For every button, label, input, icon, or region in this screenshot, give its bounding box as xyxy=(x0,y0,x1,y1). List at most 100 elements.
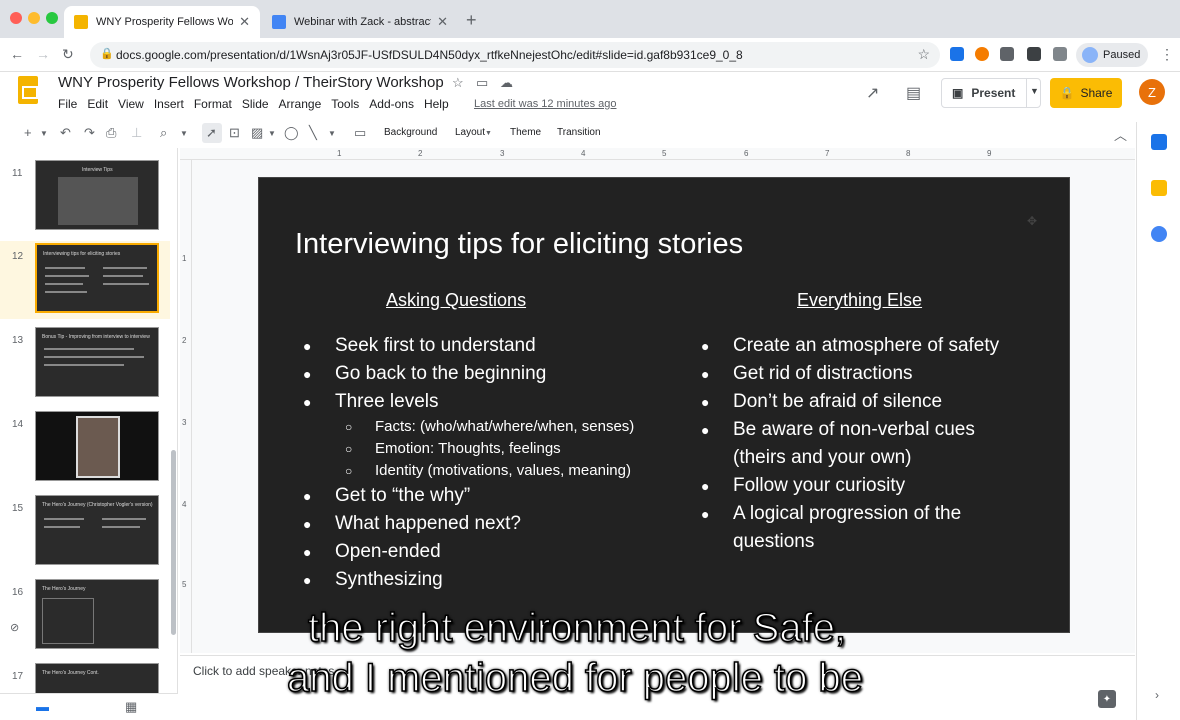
vertical-ruler: 1 2 3 4 5 xyxy=(180,160,192,653)
extension-pen-icon[interactable] xyxy=(1027,47,1041,61)
chevron-down-icon[interactable]: ▼ xyxy=(180,129,188,138)
comments-icon[interactable]: ▤ xyxy=(906,83,921,103)
last-edit-link[interactable]: Last edit was 12 minutes ago xyxy=(474,98,616,110)
list-item: Open-ended xyxy=(303,538,663,566)
menu-view[interactable]: View xyxy=(118,97,144,111)
slide-thumbnail-row[interactable]: 15 The Hero's Journey (Christopher Vogle… xyxy=(0,493,170,571)
slides-logo-icon[interactable] xyxy=(18,76,38,104)
right-column-heading[interactable]: Everything Else xyxy=(797,290,922,311)
keep-icon[interactable] xyxy=(1151,180,1167,196)
new-slide-icon[interactable]: + xyxy=(24,125,32,140)
slide-thumbnail[interactable]: Interviewing tips for eliciting stories xyxy=(35,243,159,313)
activity-trend-icon[interactable]: ↗ xyxy=(866,83,879,103)
slide-thumbnail[interactable]: Interview Tips xyxy=(35,160,159,230)
left-bullet-list[interactable]: Seek first to understand Go back to the … xyxy=(303,332,663,594)
tab-slides[interactable]: WNY Prosperity Fellows Workshop ✕ xyxy=(64,6,260,38)
chevron-up-icon[interactable]: ︿ xyxy=(1114,125,1127,144)
chevron-down-icon[interactable]: ▼ xyxy=(1030,86,1039,96)
tasks-icon[interactable] xyxy=(1151,226,1167,242)
filmstrip-scrollbar[interactable] xyxy=(171,450,176,635)
print-icon[interactable]: ⎙ xyxy=(106,125,116,141)
slide-number: 15 xyxy=(12,503,24,514)
menu-tools[interactable]: Tools xyxy=(331,97,359,111)
maximize-window-icon[interactable] xyxy=(46,12,58,24)
slide-thumbnail-row[interactable]: 16 ⊘ The Hero's Journey xyxy=(0,577,170,655)
close-tab-icon[interactable]: ✕ xyxy=(239,14,250,30)
menu-edit[interactable]: Edit xyxy=(87,97,108,111)
slide-thumbnail-row[interactable]: 13 Bonus Tip - Improving from interview … xyxy=(0,325,170,403)
move-folder-icon[interactable]: ▭ xyxy=(476,75,488,91)
user-avatar[interactable]: Z xyxy=(1139,79,1165,105)
slide-thumbnail-row[interactable]: 17 The Hero's Journey Cont. xyxy=(0,661,170,693)
cloud-status-icon[interactable]: ☁ xyxy=(500,75,513,91)
profile-button[interactable]: Paused xyxy=(1076,43,1148,67)
move-cursor-icon: ✥ xyxy=(1027,214,1038,228)
chevron-right-icon[interactable]: › xyxy=(1155,688,1159,702)
sub-list-item: Identity (motivations, values, meaning) xyxy=(343,460,663,482)
new-tab-icon[interactable]: + xyxy=(466,10,477,31)
image-icon[interactable]: ▨ xyxy=(251,125,263,141)
zoom-icon[interactable]: ⌕ xyxy=(160,125,167,141)
chevron-down-icon[interactable]: ▼ xyxy=(40,129,48,138)
list-item: Don’t be afraid of silence xyxy=(701,388,1031,416)
undo-icon[interactable]: ↶ xyxy=(60,125,71,141)
redo-icon[interactable]: ↷ xyxy=(84,125,95,141)
grid-view-icon[interactable]: ▦ xyxy=(125,699,137,715)
right-bullet-list[interactable]: Create an atmosphere of safety Get rid o… xyxy=(701,332,1031,556)
slide-thumbnail[interactable]: The Hero's Journey Cont. xyxy=(35,663,159,693)
address-bar[interactable]: 🔒 docs.google.com/presentation/d/1WsnAj3… xyxy=(90,42,940,68)
slide-thumbnail[interactable]: Bonus Tip - Improving from interview to … xyxy=(35,327,159,397)
back-icon[interactable]: ← xyxy=(10,46,24,62)
text-box-icon[interactable]: ⊡ xyxy=(229,125,240,141)
background-button[interactable]: Background xyxy=(384,127,437,138)
list-item: A logical progression of the questions xyxy=(701,500,1031,556)
slide-thumbnail-row[interactable]: 12 Interviewing tips for eliciting stori… xyxy=(0,241,170,319)
forward-icon[interactable]: → xyxy=(36,46,50,62)
reload-icon[interactable]: ↻ xyxy=(62,46,74,63)
bookmark-star-icon[interactable]: ☆ xyxy=(917,46,930,63)
layout-button[interactable]: Layout xyxy=(455,127,485,138)
explore-icon[interactable]: ✦ xyxy=(1098,690,1116,708)
browser-menu-icon[interactable]: ⋮ xyxy=(1160,46,1174,63)
minimize-window-icon[interactable] xyxy=(28,12,40,24)
list-view-icon[interactable]: ▬ xyxy=(36,699,49,714)
document-title[interactable]: WNY Prosperity Fellows Workshop / TheirS… xyxy=(58,74,444,91)
menu-arrange[interactable]: Arrange xyxy=(279,97,322,111)
close-tab-icon[interactable]: ✕ xyxy=(437,14,448,30)
extension-orange-icon[interactable] xyxy=(975,47,989,61)
chevron-down-icon[interactable]: ▼ xyxy=(268,129,276,138)
menu-help[interactable]: Help xyxy=(424,97,449,111)
theme-button[interactable]: Theme xyxy=(510,127,541,138)
slide-title[interactable]: Interviewing tips for eliciting stories xyxy=(295,228,743,261)
chevron-down-icon[interactable]: ▼ xyxy=(485,130,492,137)
line-icon[interactable]: ╲ xyxy=(309,125,317,141)
slide-thumbnail-row[interactable]: 11 Interview Tips xyxy=(0,158,170,236)
add-comment-icon[interactable]: ▭ xyxy=(354,125,366,141)
menu-file[interactable]: File xyxy=(58,97,77,111)
menu-insert[interactable]: Insert xyxy=(154,97,184,111)
extension-blue-icon[interactable] xyxy=(950,47,964,61)
share-button[interactable]: 🔒 Share xyxy=(1050,78,1122,108)
star-icon[interactable]: ☆ xyxy=(452,75,464,91)
chevron-down-icon[interactable]: ▼ xyxy=(328,129,336,138)
present-button[interactable]: ▣ Present ▼ xyxy=(941,78,1041,108)
tab-docs[interactable]: Webinar with Zack - abstract ✕ xyxy=(262,6,458,38)
menu-add-ons[interactable]: Add-ons xyxy=(369,97,414,111)
shape-icon[interactable]: ◯ xyxy=(284,125,299,141)
close-window-icon[interactable] xyxy=(10,12,22,24)
list-item: Get to “the why” xyxy=(303,482,663,510)
slide-thumbnail-row[interactable]: 14 xyxy=(0,409,170,487)
menu-format[interactable]: Format xyxy=(194,97,232,111)
select-cursor-icon[interactable]: ➚ xyxy=(206,125,217,141)
transition-button[interactable]: Transition xyxy=(557,127,601,138)
slide-thumbnail[interactable]: The Hero's Journey xyxy=(35,579,159,649)
calendar-icon[interactable] xyxy=(1151,134,1167,150)
extension-gray-icon[interactable] xyxy=(1000,47,1014,61)
left-column-heading[interactable]: Asking Questions xyxy=(386,290,526,311)
slide-thumbnail[interactable] xyxy=(35,411,159,481)
menu-slide[interactable]: Slide xyxy=(242,97,269,111)
paint-format-icon[interactable]: ⊥ xyxy=(131,125,142,141)
extensions-puzzle-icon[interactable] xyxy=(1053,47,1067,61)
slide-thumbnail[interactable]: The Hero's Journey (Christopher Vogler's… xyxy=(35,495,159,565)
current-slide[interactable]: Interviewing tips for eliciting stories … xyxy=(258,177,1070,633)
